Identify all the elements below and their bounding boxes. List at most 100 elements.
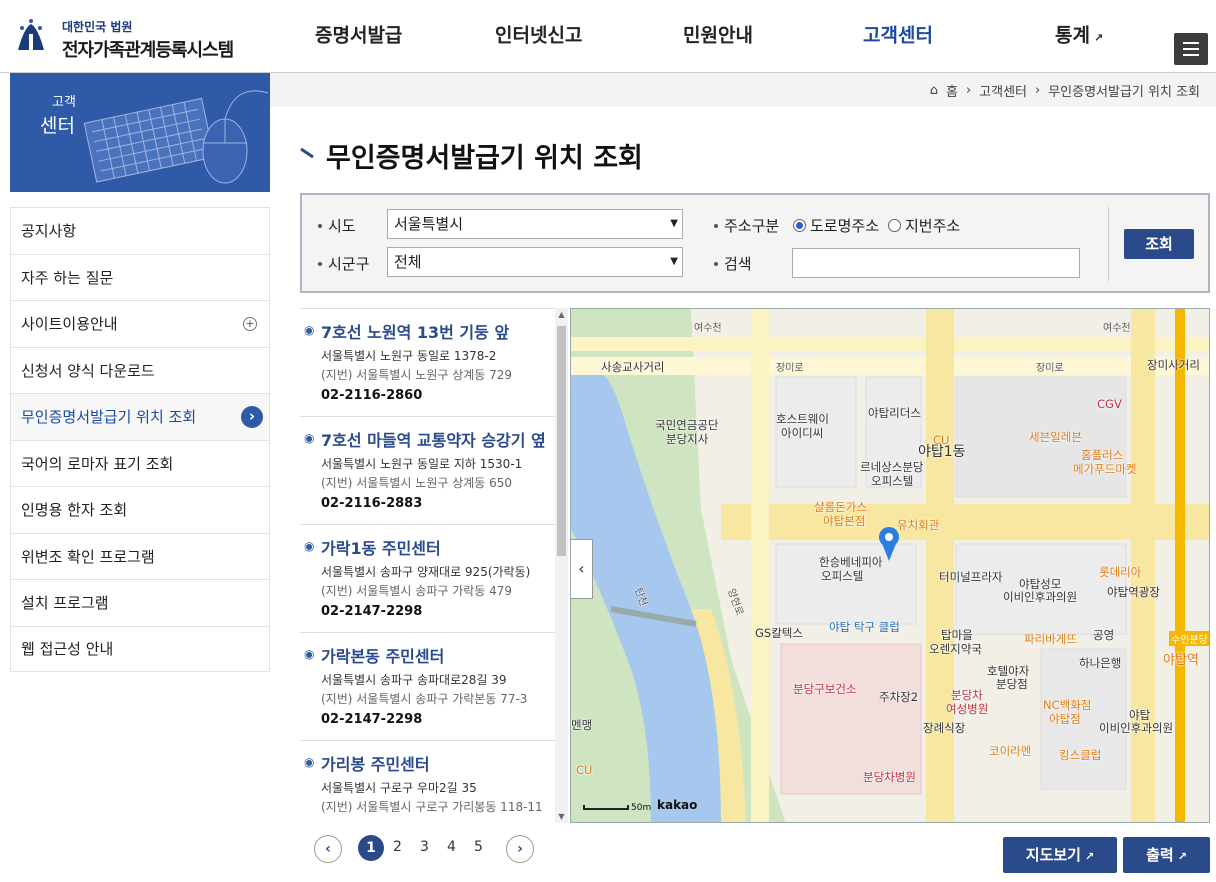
prev-page-button[interactable]: ‹ xyxy=(314,835,342,863)
page-2[interactable]: 2 xyxy=(393,839,402,855)
road-address-label[interactable]: 도로명주소 xyxy=(810,215,879,236)
map-label: 수인분당 xyxy=(1169,631,1209,646)
sido-value: 서울특별시 xyxy=(394,215,464,233)
page-3[interactable]: 3 xyxy=(420,839,429,855)
divider xyxy=(1108,207,1109,281)
map-label: 멘맹 xyxy=(571,718,593,732)
banner-text-top: 고객 xyxy=(52,95,76,110)
location-pin-icon: ◉ xyxy=(304,755,315,769)
list-item[interactable]: ◉ 7호선 마들역 교통약자 승강기 옆 서울특별시 노원구 동일로 지하 15… xyxy=(300,417,568,525)
nav-customer-center[interactable]: 고객센터 xyxy=(863,21,933,48)
nav-civil-guide[interactable]: 민원안내 xyxy=(683,21,753,48)
nav-certificate[interactable]: 증명서발급 xyxy=(315,21,402,48)
scroll-thumb[interactable] xyxy=(557,326,566,556)
map-view-button[interactable]: 지도보기 ↗ xyxy=(1003,837,1117,873)
result-jibun-address: (지번) 서울특별시 노원구 상계동 729 xyxy=(321,368,513,382)
map-label: 메가푸드마켓 xyxy=(1073,462,1137,476)
menu-line xyxy=(1183,54,1199,56)
sido-label: 시도 xyxy=(328,217,356,235)
hamburger-menu-button[interactable] xyxy=(1174,33,1208,65)
map-label: 하나은행 xyxy=(1079,656,1122,670)
road-address-radio[interactable] xyxy=(793,219,806,232)
list-item[interactable]: ◉ 가락1동 주민센터 서울특별시 송파구 양재대로 925(가락동) (지번)… xyxy=(300,525,568,633)
list-item[interactable]: ◉ 가리봉 주민센터 서울특별시 구로구 우마2길 35 (지번) 서울특별시 … xyxy=(300,741,568,823)
print-button[interactable]: 출력 ↗ xyxy=(1123,837,1210,873)
main-nav: 증명서발급 인터넷신고 민원안내 고객센터 통계 ↗ xyxy=(300,0,1170,73)
sidebar-item-site-guide[interactable]: 사이트이용안내 + xyxy=(10,300,270,347)
map-label: 분당점 xyxy=(996,677,1028,691)
sidebar-item-notice[interactable]: 공지사항 xyxy=(10,207,270,254)
sigungu-select[interactable]: 전체 ▼ xyxy=(387,247,683,277)
sidebar-item-install-program[interactable]: 설치 프로그램 xyxy=(10,579,270,626)
jibun-address-label[interactable]: 지번주소 xyxy=(905,215,960,236)
sidebar-item-accessibility[interactable]: 웹 접근성 안내 xyxy=(10,625,270,672)
sidebar-item-faq[interactable]: 자주 하는 질문 xyxy=(10,253,270,300)
result-name[interactable]: 가리봉 주민센터 xyxy=(321,751,430,775)
keyword-label: 검색 xyxy=(724,255,752,273)
result-name[interactable]: 가락1동 주민센터 xyxy=(321,535,441,559)
home-icon[interactable]: ⌂ xyxy=(930,83,938,98)
result-name[interactable]: 7호선 마들역 교통약자 승강기 옆 xyxy=(321,427,546,451)
map-label: CGV xyxy=(1097,397,1122,411)
result-name[interactable]: 가락본동 주민센터 xyxy=(321,643,444,667)
nav-internet-report[interactable]: 인터넷신고 xyxy=(495,21,582,48)
breadcrumb-bar: ⌂ 홈 › 고객센터 › 무인증명서발급기 위치 조회 xyxy=(270,73,1216,107)
breadcrumb-customer-center[interactable]: 고객센터 xyxy=(979,81,1027,100)
next-page-button[interactable]: › xyxy=(506,835,534,863)
result-phone: 02-2147-2298 xyxy=(321,604,423,619)
map-label: 장미사거리 xyxy=(1147,358,1200,372)
map-label: 야탑 탁구 클럽 xyxy=(829,620,900,634)
sidebar-item-forgery-check[interactable]: 위변조 확인 프로그램 xyxy=(10,532,270,579)
list-item[interactable]: ◉ 7호선 노원역 13번 기둥 앞 서울특별시 노원구 동일로 1378-2 … xyxy=(300,309,568,417)
address-type-label: 주소구분 xyxy=(724,217,780,235)
map-label: CU xyxy=(576,763,593,777)
result-list[interactable]: ◉ 7호선 노원역 13번 기둥 앞 서울특별시 노원구 동일로 1378-2 … xyxy=(300,308,568,823)
result-jibun-address: (지번) 서울특별시 송파구 가락동 479 xyxy=(321,584,513,598)
sidebar-item-romanization[interactable]: 국어의 로마자 표기 조회 xyxy=(10,439,270,486)
expand-plus-icon[interactable]: + xyxy=(243,316,257,331)
map-label: 오피스텔 xyxy=(821,569,864,583)
map-label: 분당구보건소 xyxy=(793,682,857,696)
sidebar-item-label: 무인증명서발급기 위치 조회 xyxy=(21,408,197,427)
scroll-up-icon[interactable]: ▲ xyxy=(555,310,568,319)
map-label: 킹스클럽 xyxy=(1059,748,1102,762)
map-label: 파리바게뜨 xyxy=(1024,632,1077,646)
search-button[interactable]: 조회 xyxy=(1124,229,1194,259)
map-label: 여성병원 xyxy=(946,702,989,716)
map-label: 이비인후과의원 xyxy=(1099,721,1174,735)
jibun-address-radio[interactable] xyxy=(888,219,901,232)
breadcrumb-home[interactable]: 홈 xyxy=(946,81,958,100)
org-name: 대한민국 법원 xyxy=(62,20,133,34)
sido-select[interactable]: 서울특별시 ▼ xyxy=(387,209,683,239)
sidebar-item-kiosk-location[interactable]: 무인증명서발급기 위치 조회 › xyxy=(10,393,270,440)
result-list-scrollbar[interactable]: ▲ ▼ xyxy=(555,308,568,823)
nav-statistics[interactable]: 통계 ↗ xyxy=(1055,21,1103,48)
map-label: 야탑역 xyxy=(1163,653,1199,668)
breadcrumb-separator-icon: › xyxy=(1035,83,1041,98)
page-4[interactable]: 4 xyxy=(447,839,456,855)
result-road-address: 서울특별시 송파구 송파대로28길 39 xyxy=(321,673,507,687)
result-road-address: 서울특별시 구로구 우마2길 35 xyxy=(321,781,477,795)
sidebar-item-form-download[interactable]: 신청서 양식 다운로드 xyxy=(10,346,270,393)
page-1[interactable]: 1 xyxy=(358,835,384,861)
caret-down-icon: ▼ xyxy=(670,218,678,229)
map-label: 장미로 xyxy=(776,363,804,374)
site-logo[interactable]: 대한민국 법원 전자가족관계등록시스템 xyxy=(10,16,240,61)
location-map[interactable]: 여수천 여수천 사송교사거리 장미로 장미로 장미사거리 국민연금공단 분당지사… xyxy=(570,308,1210,823)
result-name[interactable]: 7호선 노원역 13번 기둥 앞 xyxy=(321,319,509,343)
scale-bar xyxy=(583,805,629,810)
sidebar-item-label: 설치 프로그램 xyxy=(21,594,109,613)
sidebar-item-label: 공지사항 xyxy=(21,222,77,241)
map-label: 분당지사 xyxy=(666,432,709,446)
scroll-down-icon[interactable]: ▼ xyxy=(555,812,568,821)
scale-label: 50m xyxy=(631,803,652,813)
map-label: 유치회관 xyxy=(897,518,940,532)
page-5[interactable]: 5 xyxy=(474,839,483,855)
list-item[interactable]: ◉ 가락본동 주민센터 서울특별시 송파구 송파대로28길 39 (지번) 서울… xyxy=(300,633,568,741)
result-jibun-address: (지번) 서울특별시 노원구 상계동 650 xyxy=(321,476,513,490)
collapse-list-button[interactable]: ‹ xyxy=(571,539,593,599)
map-label: 여수천 xyxy=(1103,323,1131,334)
breadcrumb: ⌂ 홈 › 고객센터 › 무인증명서발급기 위치 조회 xyxy=(930,81,1200,100)
keyword-input[interactable] xyxy=(792,248,1080,278)
sidebar-item-name-hanja[interactable]: 인명용 한자 조회 xyxy=(10,486,270,533)
